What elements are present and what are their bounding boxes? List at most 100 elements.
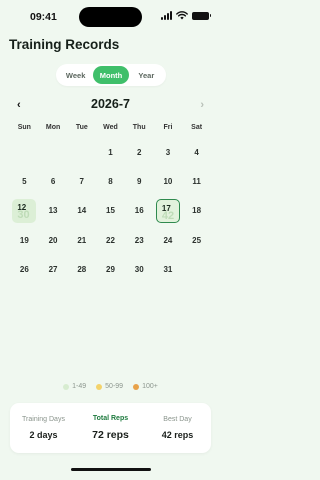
- view-switcher: Week Month Year: [56, 64, 166, 86]
- day-number: 30: [134, 264, 144, 274]
- weekday-label: Mon: [45, 124, 61, 131]
- legend-label: 100+: [142, 383, 158, 390]
- day-number: 25: [192, 235, 202, 245]
- calendar-day[interactable]: 21: [67, 226, 96, 255]
- day-reps: 30: [17, 208, 30, 221]
- weekday-label: Tue: [75, 124, 88, 131]
- stat-label: Total Reps: [92, 415, 129, 422]
- day-number: 10: [163, 177, 173, 187]
- stat-label: Training Days: [22, 416, 65, 423]
- calendar-blank: [39, 138, 68, 167]
- status-time: 09:41: [30, 11, 57, 23]
- calendar-day[interactable]: 2: [125, 138, 154, 167]
- day-number: 26: [19, 264, 29, 274]
- calendar-grid: 1 2 3 4 5 6 7 8 9 10 11 12 30 13 14 15 16 17 42 18 19 20 21 22 2…: [10, 138, 211, 284]
- calendar-day[interactable]: 14: [67, 196, 96, 225]
- calendar-day[interactable]: 24: [154, 226, 183, 255]
- day-number: 2: [136, 148, 142, 158]
- status-bar: 09:41: [0, 0, 221, 34]
- calendar-day[interactable]: 19: [10, 226, 39, 255]
- tab-month[interactable]: Month: [93, 66, 129, 84]
- home-indicator: [71, 468, 151, 471]
- stats-card: Training Days 2 days Total Reps 72 reps …: [10, 403, 211, 453]
- battery-icon: [192, 11, 211, 20]
- calendar-day[interactable]: 11: [182, 167, 211, 196]
- legend-item: 50-99: [96, 383, 123, 390]
- calendar-day[interactable]: 13: [39, 196, 68, 225]
- calendar-day[interactable]: 23: [125, 226, 154, 255]
- legend-item: 1-49: [63, 383, 86, 390]
- legend-label: 50-99: [105, 383, 124, 390]
- month-nav: ‹ 2026-7 ›: [0, 96, 221, 116]
- dynamic-island: [79, 7, 142, 27]
- tab-week[interactable]: Week: [58, 66, 93, 84]
- weekday-label: Fri: [163, 124, 173, 131]
- calendar-day[interactable]: 20: [39, 226, 68, 255]
- legend: 1-49 50-99 100+: [0, 383, 221, 390]
- legend-label: 1-49: [72, 383, 87, 390]
- day-number: 31: [163, 264, 173, 274]
- stat-value: 2 days: [29, 430, 58, 440]
- day-number: 29: [106, 264, 115, 274]
- legend-dot: [63, 383, 70, 390]
- calendar-day[interactable]: 12 30: [12, 198, 37, 223]
- calendar-day[interactable]: 5: [10, 167, 39, 196]
- calendar-day[interactable]: 30: [125, 255, 154, 284]
- chevron-right-icon[interactable]: ›: [200, 99, 204, 111]
- calendar-day[interactable]: 25: [182, 226, 211, 255]
- calendar-day[interactable]: 6: [39, 167, 68, 196]
- weekday-label: Thu: [132, 124, 146, 131]
- day-number: 6: [50, 177, 56, 187]
- day-number: 7: [79, 177, 84, 187]
- legend-item: 100+: [133, 383, 158, 390]
- day-number: 19: [19, 235, 29, 245]
- day-number: 14: [77, 206, 87, 216]
- day-reps: 42: [161, 209, 175, 222]
- stat-label: Best Day: [163, 416, 192, 423]
- calendar-day[interactable]: 7: [67, 167, 96, 196]
- signal-icon: [161, 11, 172, 20]
- day-number: 3: [165, 148, 171, 158]
- calendar-day[interactable]: 31: [154, 255, 183, 284]
- calendar-day[interactable]: 9: [125, 167, 154, 196]
- page-title: Training Records: [9, 37, 120, 52]
- calendar-day[interactable]: 18: [182, 196, 211, 225]
- tab-year[interactable]: Year: [129, 66, 164, 84]
- calendar-day[interactable]: 8: [96, 167, 125, 196]
- calendar-day[interactable]: 10: [154, 167, 183, 196]
- day-number: 18: [192, 206, 202, 216]
- stat-total-reps: Total Reps 72 reps: [77, 415, 144, 441]
- legend-dot: [96, 383, 103, 390]
- calendar-day[interactable]: 29: [96, 255, 125, 284]
- calendar-day[interactable]: 16: [125, 196, 154, 225]
- legend-dot: [133, 383, 140, 390]
- calendar-day[interactable]: 3: [154, 138, 183, 167]
- day-number: 16: [134, 206, 144, 216]
- calendar-day[interactable]: 28: [67, 255, 96, 284]
- calendar-day[interactable]: 17 42: [155, 198, 180, 223]
- day-number: 1: [108, 148, 113, 158]
- calendar-day[interactable]: 26: [10, 255, 39, 284]
- calendar-day[interactable]: 27: [39, 255, 68, 284]
- calendar-blank: [10, 138, 39, 167]
- weekday-label: Sun: [17, 124, 31, 131]
- stat-best-day: Best Day 42 reps: [144, 416, 211, 440]
- calendar-day[interactable]: 15: [96, 196, 125, 225]
- day-number: 21: [77, 235, 87, 245]
- day-number: 23: [134, 235, 144, 245]
- day-number: 24: [163, 235, 173, 245]
- day-number: 5: [22, 177, 27, 187]
- day-number: 28: [77, 264, 87, 274]
- stat-training-days: Training Days 2 days: [10, 416, 77, 440]
- calendar-day[interactable]: 1: [96, 138, 125, 167]
- day-number: 20: [48, 235, 58, 245]
- calendar-blank: [67, 138, 96, 167]
- day-number: 9: [136, 177, 142, 187]
- day-number: 15: [106, 206, 115, 216]
- day-number: 4: [194, 148, 199, 158]
- calendar-day[interactable]: 4: [182, 138, 211, 167]
- calendar-day[interactable]: 22: [96, 226, 125, 255]
- day-number: 22: [106, 235, 115, 245]
- day-number: 27: [48, 264, 58, 274]
- day-number: 8: [108, 177, 113, 187]
